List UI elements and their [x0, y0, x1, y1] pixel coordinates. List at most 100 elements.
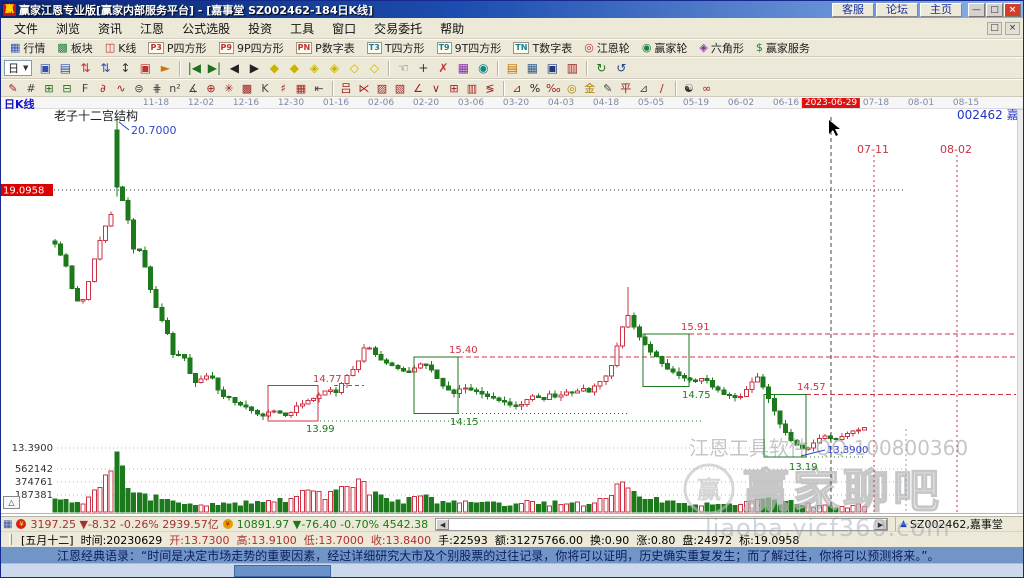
span-tool[interactable]: ⇤: [310, 80, 328, 96]
flag-icon[interactable]: ►: [155, 59, 175, 77]
hatch-tool[interactable]: ▨: [373, 80, 391, 96]
region-tool[interactable]: ▦: [292, 80, 310, 96]
scroll-left-icon[interactable]: ◀: [436, 519, 449, 530]
horizontal-scrollbar[interactable]: ◀ ▶: [435, 518, 888, 531]
wedge-tool[interactable]: ⊿: [635, 80, 653, 96]
hand-tool-icon[interactable]: ☜: [393, 59, 413, 77]
expand-volume-button[interactable]: △: [3, 496, 20, 509]
menu-item-江恩[interactable]: 江恩: [131, 18, 173, 39]
mdi-restore-icon[interactable]: □: [987, 22, 1002, 35]
quotes-button[interactable]: ▦行情: [4, 40, 51, 56]
angle-line-tool[interactable]: ∠: [409, 80, 427, 96]
minimize-button[interactable]: —: [968, 3, 985, 17]
expand-left-icon[interactable]: ◈: [304, 59, 324, 77]
ink-tool[interactable]: ✎: [599, 80, 617, 96]
maximize-button[interactable]: □: [986, 3, 1003, 17]
target-cycle-icon[interactable]: ◉: [473, 59, 493, 77]
wave-tool[interactable]: ∿: [112, 80, 130, 96]
hexagon-button[interactable]: ◈六角形: [693, 40, 749, 56]
service-button-3[interactable]: 主页: [920, 3, 962, 17]
square-n2-tool[interactable]: n²: [166, 80, 184, 96]
p-square-button[interactable]: P3P四方形: [142, 40, 212, 56]
prev-bar-icon[interactable]: ◀: [224, 59, 244, 77]
menu-item-工具[interactable]: 工具: [281, 18, 323, 39]
t9-square-button[interactable]: T99T四方形: [431, 40, 508, 56]
grid-box-tool[interactable]: ⊞: [445, 80, 463, 96]
service-button-1[interactable]: 客服: [832, 3, 874, 17]
gann-wheel-button[interactable]: ◎江恩轮: [578, 40, 636, 56]
next-bar-icon[interactable]: ▶: [244, 59, 264, 77]
slope-tool[interactable]: ∕: [653, 80, 671, 96]
circle-tool[interactable]: ⊜: [130, 80, 148, 96]
fan-tool[interactable]: ⋉: [355, 80, 373, 96]
kline-blue-icon[interactable]: ⇅: [95, 59, 115, 77]
star-tool[interactable]: ✳: [220, 80, 238, 96]
expand-right-icon[interactable]: ◈: [324, 59, 344, 77]
t-number-button[interactable]: TNT数字表: [507, 40, 578, 56]
kline-red-icon[interactable]: ⇅: [75, 59, 95, 77]
menu-item-窗口[interactable]: 窗口: [323, 18, 365, 39]
last-bar-icon[interactable]: ▶|: [204, 59, 224, 77]
menu-item-文件[interactable]: 文件: [5, 18, 47, 39]
expand-all-icon[interactable]: ◇: [344, 59, 364, 77]
infinity-icon[interactable]: ∞: [698, 80, 716, 96]
t-square-button[interactable]: T3T四方形: [361, 40, 431, 56]
hash-grid-tool[interactable]: #: [22, 80, 40, 96]
reset-view-icon[interactable]: ◇: [364, 59, 384, 77]
fib-tool[interactable]: F: [76, 80, 94, 96]
angle-tool[interactable]: ∡: [184, 80, 202, 96]
measure-tool[interactable]: ⊿: [508, 80, 526, 96]
p9-square-button[interactable]: P99P四方形: [213, 40, 290, 56]
fence-tool[interactable]: ♯: [274, 80, 292, 96]
period-day-selector[interactable]: 日▼: [4, 60, 32, 76]
shade-tool[interactable]: ▩: [238, 80, 256, 96]
winner-service-button[interactable]: $赢家服务: [750, 40, 816, 56]
vee-tool[interactable]: ∨: [427, 80, 445, 96]
gann-square2-tool[interactable]: ⊟: [58, 80, 76, 96]
chart-window-icon[interactable]: ▣: [35, 59, 55, 77]
mdi-close-icon[interactable]: ×: [1005, 22, 1020, 35]
menu-item-资讯[interactable]: 资讯: [89, 18, 131, 39]
close-button[interactable]: ×: [1004, 3, 1021, 17]
scrollbar-track[interactable]: [449, 519, 874, 530]
info-panel-icon[interactable]: ▤: [55, 59, 75, 77]
menu-item-公式选股[interactable]: 公式选股: [173, 18, 239, 39]
calendar-icon[interactable]: ▤: [502, 59, 522, 77]
gold-section-tool[interactable]: 金: [581, 80, 599, 96]
menu-item-浏览[interactable]: 浏览: [47, 18, 89, 39]
save-icon[interactable]: ▣: [542, 59, 562, 77]
scroll-right-icon[interactable]: ▶: [874, 519, 887, 530]
hatch2-tool[interactable]: ▧: [391, 80, 409, 96]
menu-item-帮助[interactable]: 帮助: [431, 18, 473, 39]
kline-button[interactable]: ◫K线: [99, 40, 143, 56]
winner-wheel-button[interactable]: ◉赢家轮: [636, 40, 694, 56]
crosshair-tool-icon[interactable]: +: [413, 59, 433, 77]
ratio-box-tool[interactable]: 吕: [337, 80, 355, 96]
circle-cross-tool[interactable]: ⊕: [202, 80, 220, 96]
rail-tool[interactable]: ⋕: [148, 80, 166, 96]
chart-vertical-scrollbar[interactable]: [1018, 110, 1024, 514]
p-number-button[interactable]: PNP数字表: [290, 40, 361, 56]
pencil-tool[interactable]: ✎: [4, 80, 22, 96]
zoom-in-icon[interactable]: ◆: [284, 59, 304, 77]
candle-style-selector[interactable]: ↕: [115, 59, 135, 77]
percent-tool[interactable]: %: [526, 80, 544, 96]
first-bar-icon[interactable]: |◀: [184, 59, 204, 77]
taiji-icon[interactable]: ☯: [680, 80, 698, 96]
refresh-icon[interactable]: ↻: [591, 59, 611, 77]
sync-icon[interactable]: ↺: [611, 59, 631, 77]
balance-tool[interactable]: 平: [617, 80, 635, 96]
menu-item-交易委托[interactable]: 交易委托: [365, 18, 431, 39]
menu-item-投资[interactable]: 投资: [239, 18, 281, 39]
grid-overlay-icon[interactable]: ▦: [453, 59, 473, 77]
zigzag-tool[interactable]: ≶: [481, 80, 499, 96]
service-button-2[interactable]: 论坛: [876, 3, 918, 17]
sectors-button[interactable]: ▩板块: [51, 40, 98, 56]
band-tool[interactable]: ▥: [463, 80, 481, 96]
kline-chart[interactable]: 江恩工具软件 QQ:100800360赢赢家聊吧19.095813.390056…: [1, 109, 1024, 516]
gold-circle-tool[interactable]: ◎: [563, 80, 581, 96]
k-mark-tool[interactable]: K: [256, 80, 274, 96]
calculator-icon[interactable]: ▦: [522, 59, 542, 77]
permille-tool[interactable]: ‰: [544, 80, 563, 96]
erase-tool-icon[interactable]: ✗: [433, 59, 453, 77]
